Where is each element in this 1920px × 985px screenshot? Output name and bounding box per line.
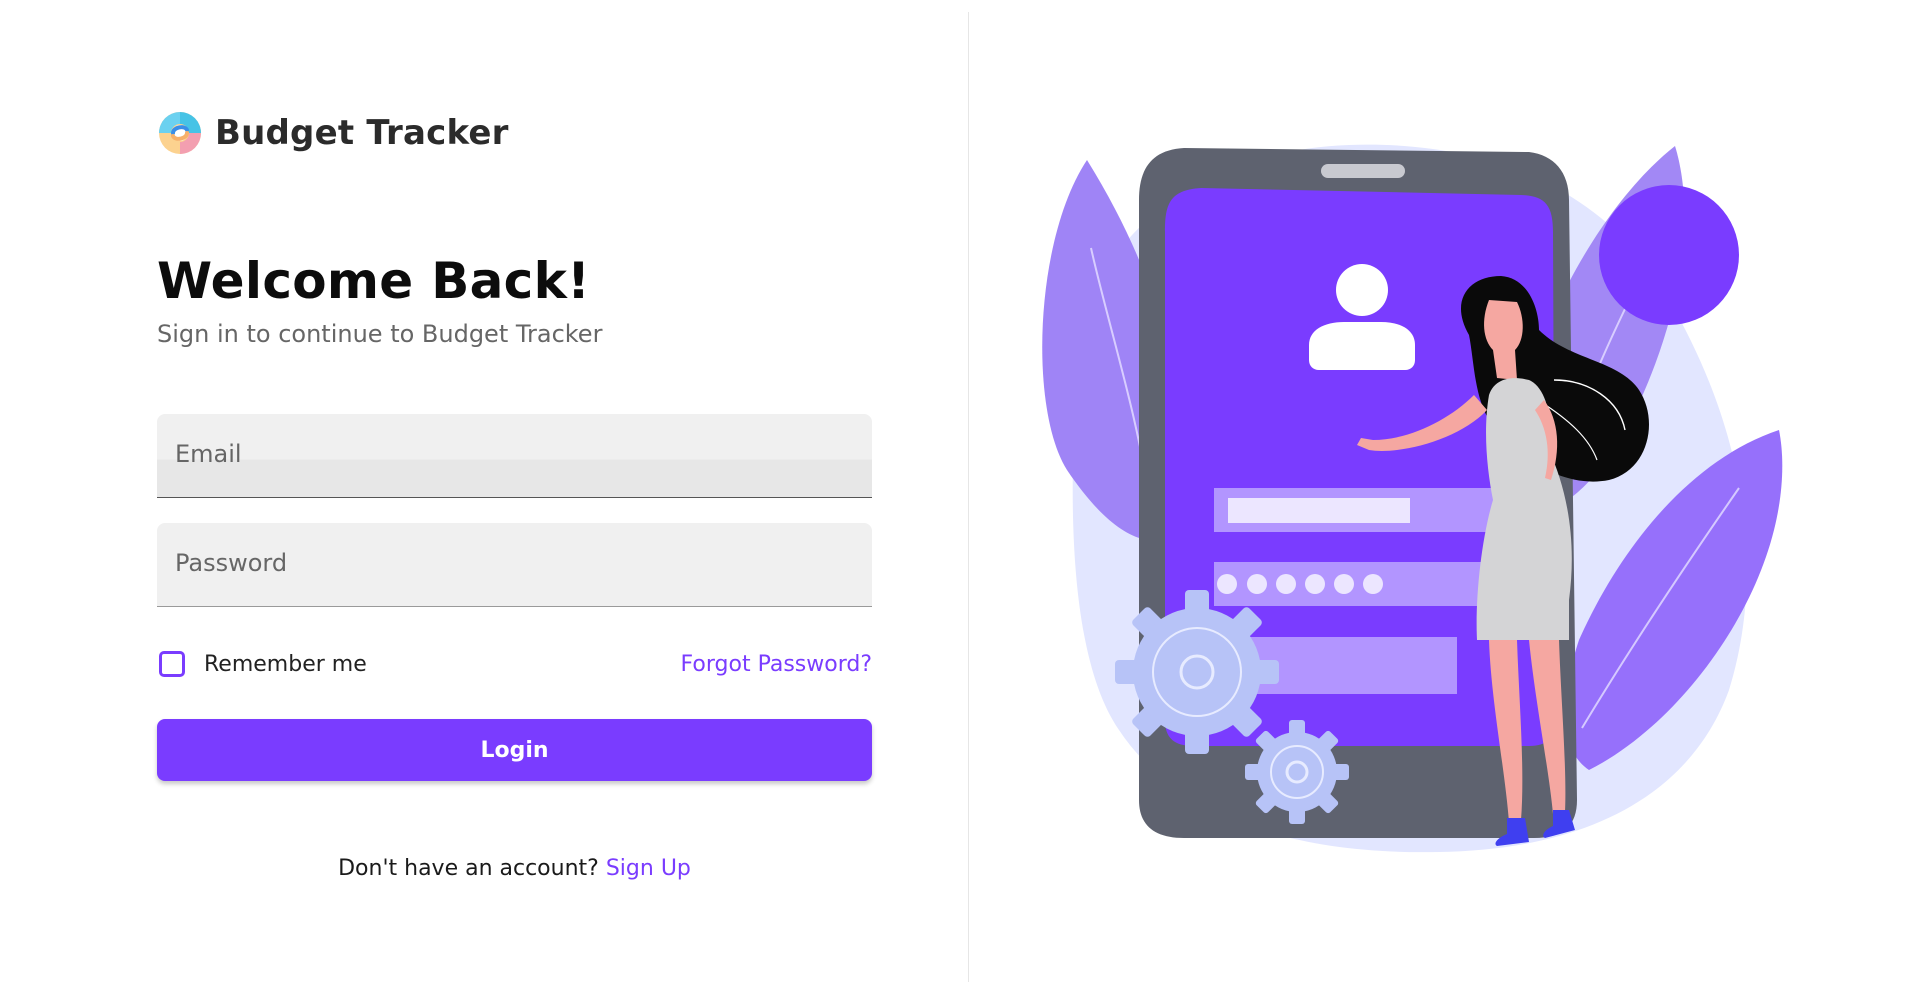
login-button[interactable]: Login: [157, 719, 872, 781]
signup-row: Don't have an account? Sign Up: [157, 856, 872, 881]
signup-link[interactable]: Sign Up: [606, 856, 691, 881]
brand-name: Budget Tracker: [215, 113, 509, 153]
page-subtitle: Sign in to continue to Budget Tracker: [157, 320, 603, 348]
brand-header: Budget Tracker: [157, 110, 509, 156]
login-page: Budget Tracker Welcome Back! Sign in to …: [0, 0, 1920, 985]
screen-input-email-fill: [1228, 498, 1410, 523]
logo-icon: [159, 112, 201, 154]
login-panel: Budget Tracker Welcome Back! Sign in to …: [0, 0, 968, 985]
password-field-label: Password: [175, 549, 288, 577]
illustration-panel: [969, 0, 1920, 985]
remember-me-checkbox[interactable]: [159, 651, 185, 677]
gear-icon: [1115, 590, 1279, 754]
page-title: Welcome Back!: [157, 252, 591, 310]
remember-row: Remember me Forgot Password?: [157, 650, 872, 680]
login-illustration: [1042, 144, 1783, 853]
forgot-password-link[interactable]: Forgot Password?: [681, 652, 872, 677]
gear-icon: [1245, 720, 1349, 824]
decorative-circle: [1599, 185, 1739, 325]
remember-me-label[interactable]: Remember me: [204, 652, 367, 677]
email-field-label: Email: [175, 440, 242, 468]
password-field[interactable]: Password: [157, 523, 872, 607]
phone-speaker: [1321, 164, 1405, 178]
signup-prompt: Don't have an account?: [338, 856, 599, 881]
email-field[interactable]: Email: [157, 414, 872, 498]
